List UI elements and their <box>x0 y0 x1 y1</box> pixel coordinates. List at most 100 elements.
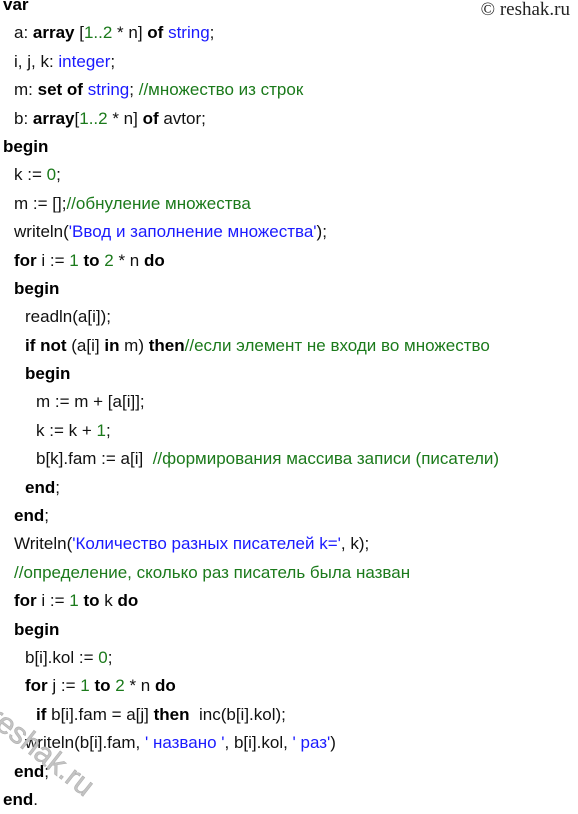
code-text: m) <box>119 335 149 355</box>
code-line: b[k].fam := a[i] //формирования массива … <box>0 445 578 473</box>
number-literal: 1..2 <box>79 108 108 128</box>
code-text: ; <box>110 51 116 71</box>
code-text: ; <box>55 477 60 497</box>
code-line: readln(a[i]); <box>0 303 578 331</box>
code-text: i := <box>36 591 70 611</box>
code-text: readln(a[i]); <box>25 307 111 327</box>
code-text: i := <box>36 250 70 270</box>
keyword: then <box>148 335 185 355</box>
string-literal: ' раз' <box>292 733 331 753</box>
keyword: end <box>25 477 56 497</box>
keyword: if <box>36 704 47 724</box>
number-literal: 1..2 <box>83 23 113 43</box>
number-literal: 0 <box>98 647 108 667</box>
number-literal: 0 <box>46 165 57 185</box>
keyword: begin <box>14 619 60 639</box>
comment: //формирования массива записи (писатели) <box>152 449 500 469</box>
comment: //определение, сколько раз писатель была… <box>14 562 411 582</box>
code-text: m := m + [a[i]]; <box>36 392 145 412</box>
keyword: for <box>25 676 48 696</box>
code-text: b[k].fam := a[i] <box>36 449 153 469</box>
code-line: for i := 1 to k do <box>0 587 578 615</box>
code-text: [ <box>74 23 84 43</box>
code-line: b[i].kol := 0; <box>0 644 578 672</box>
code-line: end; <box>0 502 578 530</box>
code-text: i, j, k: <box>14 51 59 71</box>
keyword: var <box>3 0 29 14</box>
code-line: begin <box>0 360 578 388</box>
string-literal: string <box>168 23 210 43</box>
code-line: b: array[1..2 * n] of avtor; <box>0 105 578 133</box>
code-text: ; <box>129 80 139 100</box>
code-text: b[i].fam = a[j] <box>46 704 154 724</box>
code-text: b: <box>14 108 33 128</box>
string-literal: ' названо ' <box>144 733 225 753</box>
code-text: m := []; <box>14 193 67 213</box>
comment: //если элемент не входи во множество <box>184 335 490 355</box>
keyword: do <box>117 591 139 611</box>
code-line: begin <box>0 616 578 644</box>
code-text: ; <box>105 420 111 440</box>
keyword: do <box>143 250 165 270</box>
string-literal: integer <box>58 51 111 71</box>
keyword: array <box>32 108 75 128</box>
watermark: © reshak.ru <box>480 0 570 20</box>
code-line: for i := 1 to 2 * n do <box>0 247 578 275</box>
code-line: a: array [1..2 * n] of string; <box>0 19 578 47</box>
string-literal: 'Количество разных писателей k=' <box>72 534 341 554</box>
keyword: then <box>153 704 190 724</box>
code-text: a: <box>14 23 33 43</box>
code-line: begin <box>0 133 578 161</box>
keyword: end <box>3 789 34 809</box>
code-text: ; <box>56 165 61 185</box>
keyword: begin <box>3 136 49 156</box>
keyword: end <box>14 506 45 526</box>
keyword: begin <box>14 278 60 298</box>
code-text: ); <box>316 222 327 242</box>
code-text: j := <box>47 676 81 696</box>
code-line: writeln(b[i].fam, ' названо ', b[i].kol,… <box>0 729 578 757</box>
keyword: to <box>83 591 100 611</box>
comment: //множество из строк <box>138 80 304 100</box>
code-line: writeln('Ввод и заполнение множества'); <box>0 218 578 246</box>
code-line: Writeln('Количество разных писателей k='… <box>0 530 578 558</box>
string-literal: string <box>87 80 130 100</box>
code-text: , b[i].kol, <box>224 733 293 753</box>
keyword: do <box>154 676 176 696</box>
code-line: if b[i].fam = a[j] then inc(b[i].kol); <box>0 701 578 729</box>
keyword: to <box>83 250 100 270</box>
number-literal: 1 <box>96 420 106 440</box>
code-line: k := 0; <box>0 161 578 189</box>
code-text: k <box>99 591 118 611</box>
code-line: k := k + 1; <box>0 417 578 445</box>
code-text: avtor; <box>158 108 206 128</box>
code-line: if not (a[i] in m) then//если элемент не… <box>0 332 578 360</box>
keyword: set of <box>37 80 83 100</box>
code-line: m := m + [a[i]]; <box>0 388 578 416</box>
code-text: ; <box>44 506 49 526</box>
code-text: , k); <box>340 534 370 554</box>
code-text: * n] <box>112 23 148 43</box>
code-line: //определение, сколько раз писатель была… <box>0 559 578 587</box>
keyword: in <box>104 335 120 355</box>
keyword: begin <box>25 364 71 384</box>
code-line: m := [];//обнуление множества <box>0 190 578 218</box>
keyword: to <box>94 676 111 696</box>
number-literal: 1 <box>69 591 79 611</box>
keyword: for <box>14 250 37 270</box>
number-literal: 1 <box>80 676 90 696</box>
comment: //обнуление множества <box>66 193 251 213</box>
keyword: of <box>142 108 159 128</box>
code-text: writeln( <box>14 222 69 242</box>
code-text: * n <box>124 676 155 696</box>
code-text: k := <box>14 165 47 185</box>
code-text: k := k + <box>36 420 97 440</box>
code-text: inc(b[i].kol); <box>189 704 286 724</box>
code-line: for j := 1 to 2 * n do <box>0 672 578 700</box>
number-literal: 2 <box>115 676 125 696</box>
code-line: begin <box>0 275 578 303</box>
code-text: m: <box>14 80 38 100</box>
string-literal: 'Ввод и заполнение множества' <box>68 222 317 242</box>
code-line: end; <box>0 474 578 502</box>
code-text: * n] <box>107 108 143 128</box>
